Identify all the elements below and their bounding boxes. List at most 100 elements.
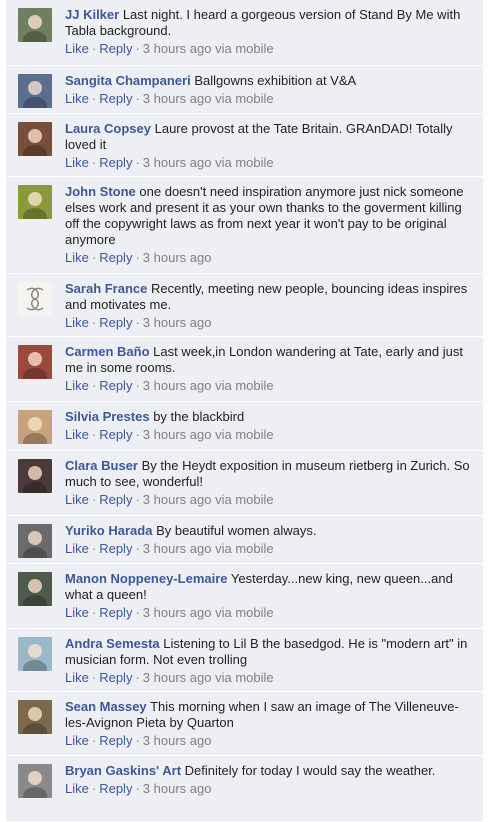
author-link[interactable]: Clara Buser	[65, 458, 138, 473]
comment-body: Sean Massey This morning when I saw an i…	[65, 699, 475, 749]
timestamp[interactable]: 3 hours ago	[143, 733, 212, 748]
comment-body: JJ Kilker Last night. I heard a gorgeous…	[65, 7, 475, 57]
timestamp[interactable]: 3 hours ago	[143, 427, 212, 442]
reply-link[interactable]: Reply	[99, 315, 132, 330]
avatar[interactable]	[18, 700, 52, 734]
timestamp[interactable]: 3 hours ago	[143, 378, 212, 393]
reply-link[interactable]: Reply	[99, 605, 132, 620]
avatar[interactable]	[18, 185, 52, 219]
author-link[interactable]: John Stone	[65, 184, 136, 199]
comment-row: Laura Copsey Laure provost at the Tate B…	[6, 114, 483, 177]
timestamp[interactable]: 3 hours ago	[143, 781, 212, 796]
timestamp[interactable]: 3 hours ago	[143, 492, 212, 507]
avatar[interactable]	[18, 345, 52, 379]
avatar[interactable]	[18, 459, 52, 493]
timestamp[interactable]: 3 hours ago	[143, 670, 212, 685]
timestamp[interactable]: 3 hours ago	[143, 605, 212, 620]
separator-dot: ·	[91, 781, 97, 796]
reply-link[interactable]: Reply	[99, 155, 132, 170]
separator-dot: ·	[135, 670, 140, 685]
author-link[interactable]: Yuriko Harada	[65, 523, 152, 538]
comment-text: John Stone one doesn't need inspiration …	[65, 184, 475, 248]
like-link[interactable]: Like	[65, 427, 89, 442]
reply-link[interactable]: Reply	[99, 91, 132, 106]
author-link[interactable]: Sean Massey	[65, 699, 147, 714]
via-mobile: via mobile	[215, 41, 274, 56]
comment-meta: Like · Reply · 3 hours ago via mobile	[65, 669, 475, 686]
like-link[interactable]: Like	[65, 315, 89, 330]
separator-dot: ·	[135, 733, 140, 748]
author-link[interactable]: Laura Copsey	[65, 121, 151, 136]
separator-dot: ·	[91, 492, 97, 507]
avatar[interactable]	[18, 8, 52, 42]
comment-row: Clara Buser By the Heydt exposition in m…	[6, 451, 483, 516]
separator-dot: ·	[135, 250, 140, 265]
comment-body: Sarah France Recently, meeting new peopl…	[65, 281, 475, 331]
reply-link[interactable]: Reply	[99, 427, 132, 442]
like-link[interactable]: Like	[65, 781, 89, 796]
like-link[interactable]: Like	[65, 541, 89, 556]
reply-link[interactable]: Reply	[99, 733, 132, 748]
separator-dot: ·	[135, 427, 140, 442]
avatar[interactable]	[18, 122, 52, 156]
like-link[interactable]: Like	[65, 605, 89, 620]
like-link[interactable]: Like	[65, 41, 89, 56]
comment-feed: JJ Kilker Last night. I heard a gorgeous…	[0, 0, 489, 822]
timestamp[interactable]: 3 hours ago	[143, 250, 212, 265]
timestamp[interactable]: 3 hours ago	[143, 155, 212, 170]
comment-row: Andra Semesta Listening to Lil B the bas…	[6, 629, 483, 692]
timestamp[interactable]: 3 hours ago	[143, 541, 212, 556]
separator-dot: ·	[91, 250, 97, 265]
separator-dot: ·	[91, 315, 97, 330]
avatar[interactable]	[18, 524, 52, 558]
avatar[interactable]	[18, 637, 52, 671]
reply-link[interactable]: Reply	[99, 41, 132, 56]
reply-link[interactable]: Reply	[99, 250, 132, 265]
separator-dot: ·	[135, 781, 140, 796]
comment-meta: Like · Reply · 3 hours ago	[65, 249, 475, 266]
author-link[interactable]: Andra Semesta	[65, 636, 160, 651]
via-mobile: via mobile	[215, 155, 274, 170]
author-link[interactable]: Silvia Prestes	[65, 409, 150, 424]
timestamp[interactable]: 3 hours ago	[143, 315, 212, 330]
reply-link[interactable]: Reply	[99, 670, 132, 685]
comment-row: Sarah France Recently, meeting new peopl…	[6, 274, 483, 337]
author-link[interactable]: Manon Noppeney-Lemaire	[65, 571, 228, 586]
like-link[interactable]: Like	[65, 250, 89, 265]
reply-link[interactable]: Reply	[99, 781, 132, 796]
comment-body: Bryan Gaskins' Art Definitely for today …	[65, 763, 475, 797]
comment-message: by the blackbird	[153, 409, 245, 424]
timestamp[interactable]: 3 hours ago	[143, 41, 212, 56]
comment-meta: Like · Reply · 3 hours ago via mobile	[65, 491, 475, 508]
like-link[interactable]: Like	[65, 91, 89, 106]
like-link[interactable]: Like	[65, 155, 89, 170]
avatar[interactable]	[18, 410, 52, 444]
author-link[interactable]: Sangita Champaneri	[65, 73, 191, 88]
like-link[interactable]: Like	[65, 670, 89, 685]
comment-message: By beautiful women always.	[156, 523, 317, 538]
comment-text: Sean Massey This morning when I saw an i…	[65, 699, 475, 731]
comment-meta: Like · Reply · 3 hours ago via mobile	[65, 540, 475, 557]
separator-dot: ·	[135, 155, 140, 170]
author-link[interactable]: Carmen Baño	[65, 344, 150, 359]
avatar[interactable]	[18, 282, 52, 316]
timestamp[interactable]: 3 hours ago	[143, 91, 212, 106]
reply-link[interactable]: Reply	[99, 492, 132, 507]
reply-link[interactable]: Reply	[99, 541, 132, 556]
like-link[interactable]: Like	[65, 492, 89, 507]
comment-body: Carmen Baño Last week,in London wanderin…	[65, 344, 475, 394]
avatar[interactable]	[18, 74, 52, 108]
comment-body: John Stone one doesn't need inspiration …	[65, 184, 475, 266]
author-link[interactable]: JJ Kilker	[65, 7, 119, 22]
comment-text: Silvia Prestes by the blackbird	[65, 409, 475, 425]
avatar[interactable]	[18, 764, 52, 798]
like-link[interactable]: Like	[65, 733, 89, 748]
like-link[interactable]: Like	[65, 378, 89, 393]
comment-meta: Like · Reply · 3 hours ago via mobile	[65, 154, 475, 171]
author-link[interactable]: Bryan Gaskins' Art	[65, 763, 181, 778]
reply-link[interactable]: Reply	[99, 378, 132, 393]
comment-row: Yuriko Harada By beautiful women always.…	[6, 516, 483, 564]
comment-text: Laura Copsey Laure provost at the Tate B…	[65, 121, 475, 153]
author-link[interactable]: Sarah France	[65, 281, 147, 296]
avatar[interactable]	[18, 572, 52, 606]
